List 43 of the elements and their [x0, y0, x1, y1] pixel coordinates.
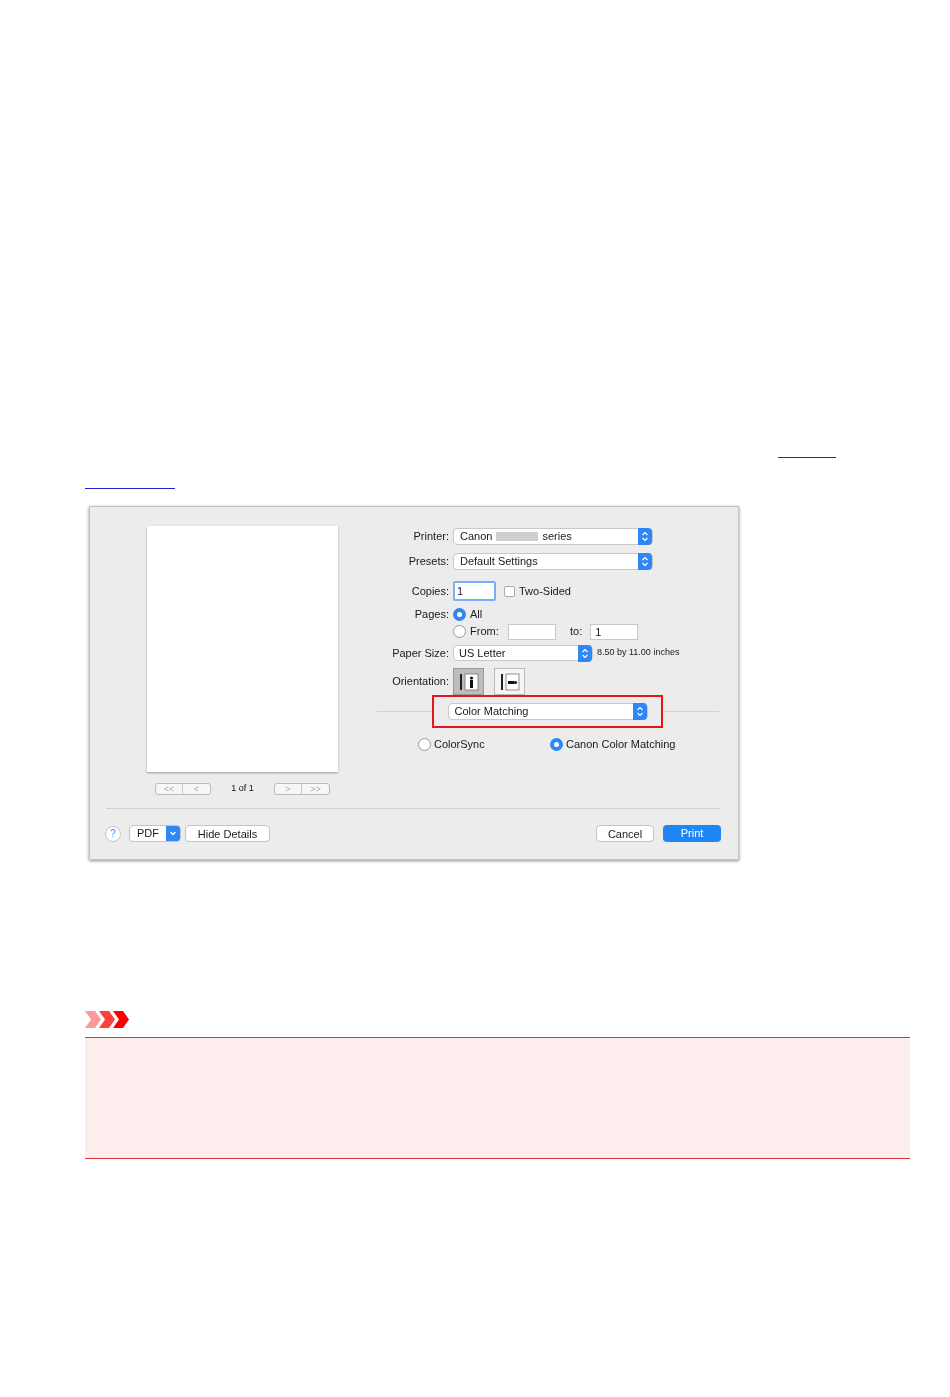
- radio-button[interactable]: [453, 607, 466, 621]
- radio-label: Canon Color Matching: [566, 736, 676, 752]
- checkbox-label: Two-Sided: [519, 583, 571, 599]
- cancel-button[interactable]: Cancel: [596, 825, 654, 842]
- orientation-button[interactable]: [494, 668, 525, 695]
- from-field[interactable]: [508, 623, 556, 640]
- field-label: to:: [570, 624, 583, 640]
- hide-details-button[interactable]: Hide Details: [185, 825, 270, 842]
- radio-label: ColorSync: [434, 736, 485, 752]
- field-label: Orientation:: [391, 674, 449, 690]
- stepper-icon: [638, 528, 652, 545]
- stepper-icon: [578, 644, 592, 662]
- to-field[interactable]: 1: [590, 623, 639, 640]
- print-button[interactable]: Print: [663, 825, 721, 842]
- radio-button[interactable]: [453, 625, 466, 638]
- important-icon: [85, 1011, 131, 1028]
- field-label: Copies:: [410, 583, 449, 599]
- field-label: Printer:: [412, 529, 449, 545]
- paper-size-popup[interactable]: US Letter: [453, 645, 593, 661]
- radio-label: From:: [470, 624, 500, 640]
- link-underline: [778, 457, 836, 458]
- portrait-orientation-icon: [457, 672, 480, 691]
- help-button[interactable]: ?: [105, 825, 121, 842]
- landscape-orientation-icon: [498, 672, 521, 691]
- stepper-icon: [632, 703, 647, 720]
- orientation-button[interactable]: [453, 668, 484, 695]
- radio-button[interactable]: [418, 737, 431, 751]
- field-label: Paper Size:: [391, 645, 449, 661]
- stepper-icon: [638, 553, 652, 570]
- checkbox[interactable]: [504, 585, 515, 597]
- blurred-name: [496, 532, 539, 541]
- field-label: Presets:: [407, 554, 449, 570]
- radio-label: All: [470, 606, 484, 622]
- copies-field[interactable]: 1: [453, 581, 496, 601]
- field-label: Pages:: [413, 606, 449, 622]
- paper-dimensions: 8.50 by 11.00 inches: [597, 646, 680, 660]
- page-counter: 1 of 1: [231, 782, 254, 795]
- printer-popup[interactable]: Canon series: [453, 528, 653, 545]
- printer-name: series: [542, 529, 572, 545]
- section-popup[interactable]: Color Matching: [447, 703, 648, 720]
- printer-name: Canon: [460, 529, 493, 545]
- presets-popup[interactable]: Default Settings: [453, 553, 653, 570]
- radio-button[interactable]: [550, 737, 563, 751]
